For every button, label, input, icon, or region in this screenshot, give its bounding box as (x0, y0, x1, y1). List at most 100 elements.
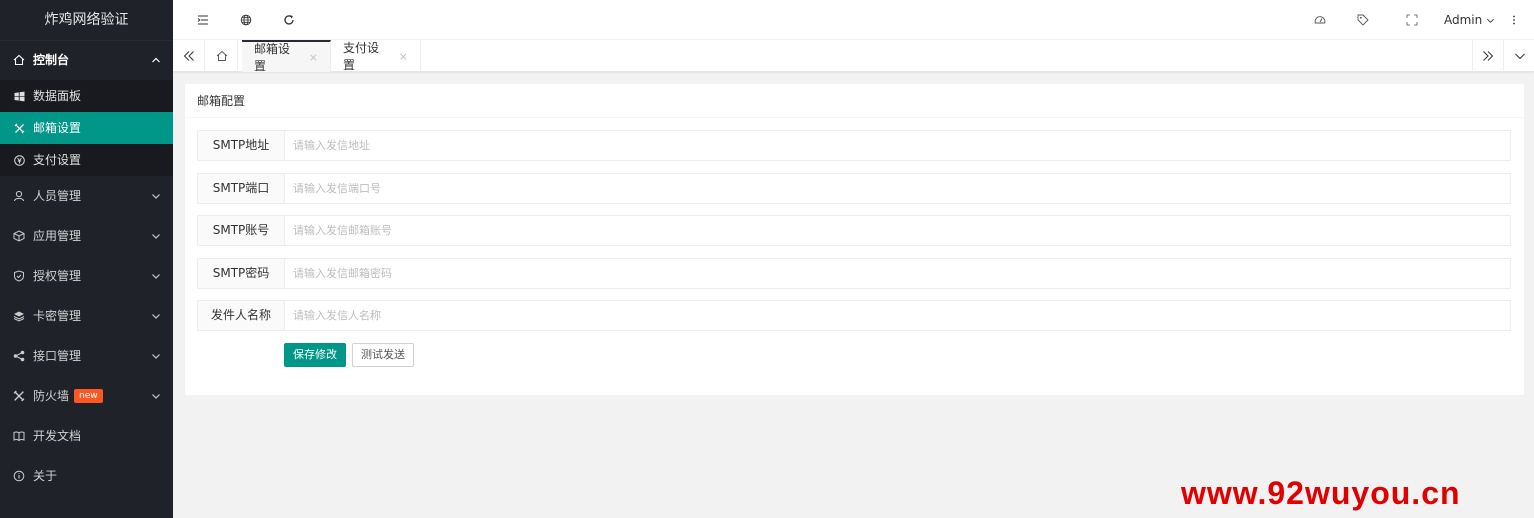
more-button[interactable] (1499, 0, 1529, 40)
sidebar-item-payment-settings[interactable]: 支付设置 (0, 144, 173, 176)
watermark-text: www.92wuyou.cn (1181, 475, 1461, 511)
sidebar-item-label: 防火墙 (33, 389, 70, 403)
sidebar-item-label: 接口管理 (33, 349, 82, 363)
user-menu[interactable]: Admin (1444, 0, 1495, 40)
tab-home[interactable] (206, 40, 238, 72)
chevron-down-icon (151, 256, 161, 296)
sidebar-item-label: 邮箱设置 (33, 121, 82, 135)
book-icon (12, 429, 26, 443)
card-title: 邮箱配置 (185, 84, 1524, 118)
sidebar-item-license[interactable]: 授权管理 (0, 256, 173, 296)
smtp-host-row: SMTP地址 (197, 130, 1511, 161)
sidebar-item-label: 人员管理 (33, 189, 82, 203)
tab-label: 邮箱设置 (254, 42, 291, 73)
save-button[interactable]: 保存修改 (284, 343, 346, 367)
app-logo-title: 炸鸡网络验证 (0, 0, 173, 40)
smtp-account-row: SMTP账号 (197, 215, 1511, 246)
home-icon (216, 50, 228, 62)
sidebar-item-label: 应用管理 (33, 229, 82, 243)
tab-email-settings[interactable]: 邮箱设置 × (242, 40, 331, 73)
smtp-account-input[interactable] (285, 216, 1510, 245)
console-submenu: 数据面板 邮箱设置 支付设置 (0, 80, 173, 176)
field-label: SMTP地址 (198, 131, 285, 160)
sidebar-item-label: 关于 (33, 469, 58, 483)
top-header: Admin (173, 0, 1534, 40)
info-icon (12, 469, 26, 483)
layers-icon (12, 309, 26, 323)
sidebar-item-apps[interactable]: 应用管理 (0, 216, 173, 256)
sidebar-item-label: 开发文档 (33, 429, 82, 443)
field-label: SMTP端口 (198, 174, 285, 203)
test-send-button[interactable]: 测试发送 (352, 343, 414, 367)
menu-fold-icon (197, 14, 209, 26)
cube-icon (12, 229, 26, 243)
smtp-port-row: SMTP端口 (197, 173, 1511, 204)
chevron-down-icon (1514, 50, 1526, 62)
sidebar-item-email-settings[interactable]: 邮箱设置 (0, 112, 173, 144)
fullscreen-icon (1406, 14, 1418, 26)
chevron-down-icon (151, 216, 161, 256)
windows-icon (12, 89, 26, 103)
cross-icon (12, 121, 26, 135)
smtp-host-input[interactable] (285, 131, 1510, 160)
username: Admin (1444, 13, 1483, 27)
chevron-down-icon (151, 336, 161, 376)
chevron-down-icon (1482, 16, 1495, 25)
close-icon[interactable]: × (309, 51, 318, 64)
user-icon (12, 189, 26, 203)
email-config-card: 邮箱配置 SMTP地址 SMTP端口 SMTP账号 SMTP密码 发件人名称 保… (185, 84, 1524, 395)
tab-label: 支付设置 (343, 41, 380, 72)
smtp-port-input[interactable] (285, 174, 1510, 203)
tabs-scroll-right-button[interactable] (1472, 40, 1504, 72)
menu-toggle-button[interactable] (188, 0, 218, 40)
sidebar-item-firewall[interactable]: 防火墙 new (0, 376, 173, 416)
field-label: 发件人名称 (198, 301, 285, 330)
tab-payment-settings[interactable]: 支付设置 × (331, 40, 421, 72)
sidebar-item-console[interactable]: 控制台 (0, 40, 173, 80)
refresh-icon (283, 14, 295, 26)
dashboard-icon (1314, 14, 1326, 26)
chevron-down-icon (151, 296, 161, 336)
new-badge: new (74, 389, 103, 403)
sidebar-item-about[interactable]: 关于 (0, 456, 173, 496)
sidebar-item-label: 数据面板 (33, 89, 82, 103)
sidebar-item-cards[interactable]: 卡密管理 (0, 296, 173, 336)
website-button[interactable] (231, 0, 261, 40)
sidebar-item-api[interactable]: 接口管理 (0, 336, 173, 376)
home-icon (12, 53, 26, 67)
smtp-password-input[interactable] (285, 259, 1510, 288)
close-icon[interactable]: × (399, 50, 408, 63)
sidebar-item-label: 支付设置 (33, 153, 82, 167)
sidebar: 炸鸡网络验证 控制台 数据面板 邮箱设置 支付设置 人员管理 应用管理 授权管理… (0, 0, 173, 518)
shield-icon (12, 269, 26, 283)
tag-button[interactable] (1348, 0, 1378, 40)
chevron-down-icon (151, 176, 161, 216)
sidebar-item-label: 控制台 (33, 53, 70, 67)
chevron-up-icon (151, 40, 161, 80)
double-chevron-right-icon (1482, 50, 1494, 62)
tabs-menu-button[interactable] (1504, 40, 1534, 72)
chevron-down-icon (151, 376, 161, 416)
share-icon (12, 349, 26, 363)
tabs-scroll-left-button[interactable] (173, 40, 205, 72)
sender-name-input[interactable] (285, 301, 1510, 330)
refresh-button[interactable] (274, 0, 304, 40)
tag-icon (1357, 14, 1369, 26)
field-label: SMTP账号 (198, 216, 285, 245)
globe-icon (240, 14, 252, 26)
field-label: SMTP密码 (198, 259, 285, 288)
sender-name-row: 发件人名称 (197, 300, 1511, 331)
double-chevron-left-icon (183, 50, 195, 62)
theme-button[interactable] (1305, 0, 1335, 40)
more-vertical-icon (1508, 14, 1520, 26)
cross-icon (12, 389, 26, 403)
sidebar-item-dashboard[interactable]: 数据面板 (0, 80, 173, 112)
yen-circle-icon (12, 153, 26, 167)
sidebar-item-label: 授权管理 (33, 269, 82, 283)
sidebar-item-docs[interactable]: 开发文档 (0, 416, 173, 456)
tabs-bar: 邮箱设置 × 支付设置 × (173, 40, 1534, 73)
sidebar-item-users[interactable]: 人员管理 (0, 176, 173, 216)
sidebar-item-label: 卡密管理 (33, 309, 82, 323)
fullscreen-button[interactable] (1397, 0, 1427, 40)
smtp-password-row: SMTP密码 (197, 258, 1511, 289)
